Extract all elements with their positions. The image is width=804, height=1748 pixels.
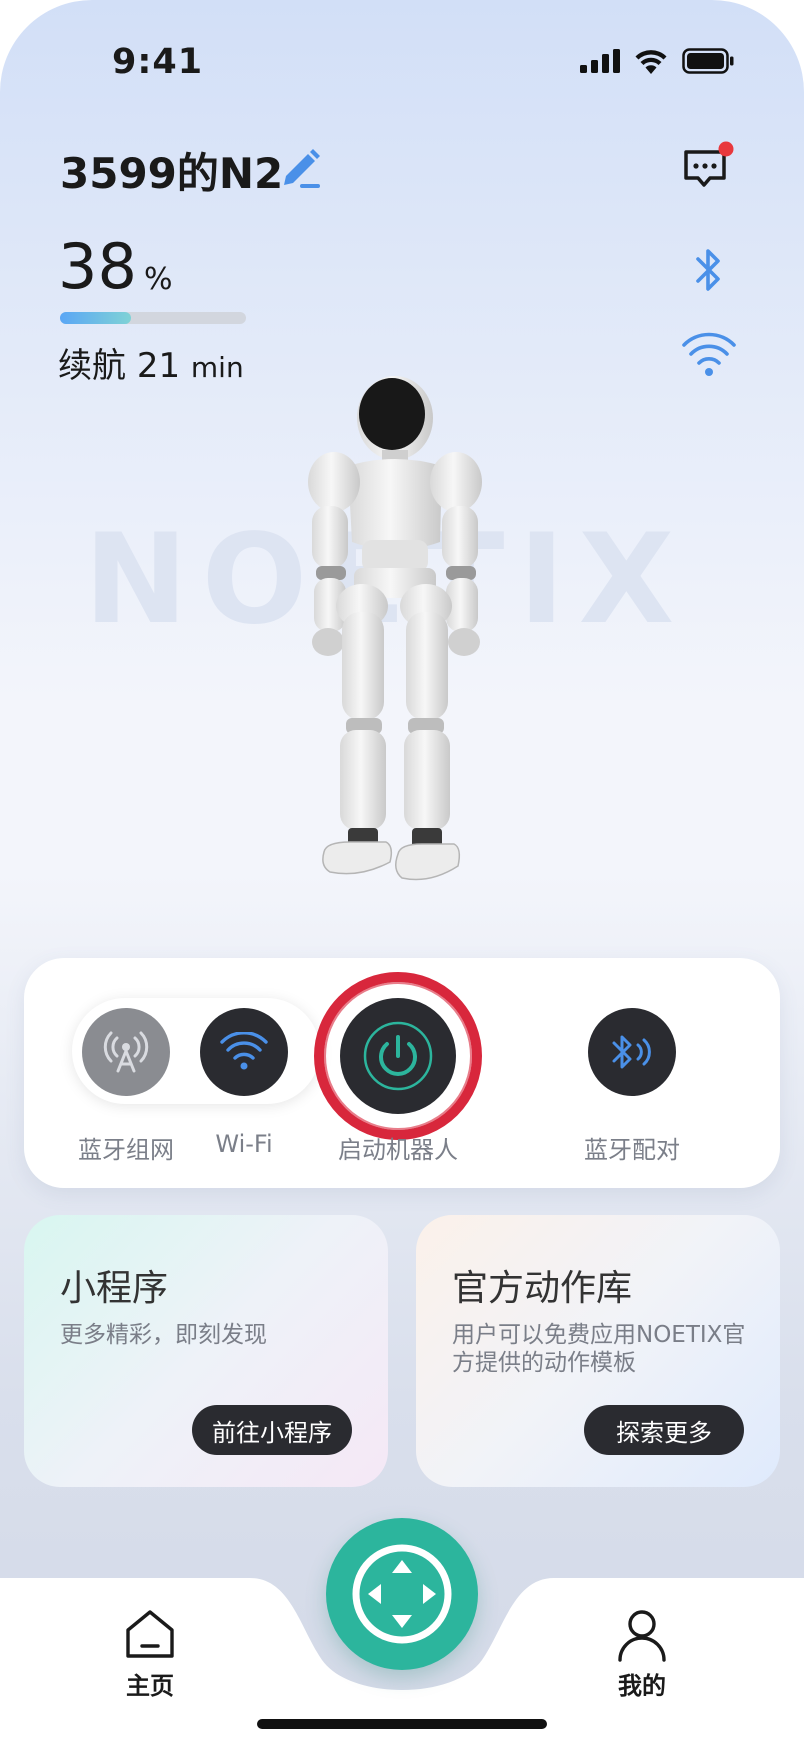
home-icon: [126, 1610, 174, 1658]
endurance-label: 续航: [58, 346, 126, 386]
wifi-signal-icon: [635, 50, 667, 74]
battery-percent: 38: [58, 230, 137, 303]
bluetooth-status-icon: [696, 249, 720, 291]
action-library-description: 用户可以免费应用NOETIX官方提供的动作模板: [452, 1322, 746, 1376]
edit-name-icon[interactable]: [278, 143, 324, 189]
bluetooth-network-button[interactable]: [82, 1008, 170, 1096]
robot-image: [308, 376, 482, 881]
bluetooth-pair-label: 蓝牙配对: [584, 1136, 680, 1164]
notification-dot-icon: [718, 141, 734, 157]
action-library-card[interactable]: 官方动作库 用户可以免费应用NOETIX官方提供的动作模板 探索更多: [416, 1215, 780, 1487]
wifi-status-icon: [682, 332, 736, 376]
start-robot-label: 启动机器人: [338, 1136, 458, 1164]
nav-home[interactable]: 主页: [122, 1608, 178, 1701]
start-robot-button[interactable]: [340, 998, 456, 1114]
remote-control-button[interactable]: [326, 1518, 478, 1670]
wifi-button[interactable]: [200, 1008, 288, 1096]
status-time: 9:41: [112, 42, 204, 82]
battery-level-bar: [60, 312, 246, 324]
home-indicator: [257, 1719, 547, 1729]
direction-pad-icon: [352, 1544, 452, 1644]
bluetooth-pair-button[interactable]: [588, 1008, 676, 1096]
mini-program-title: 小程序: [60, 1268, 169, 1309]
bluetooth-signal-icon: [612, 1035, 651, 1069]
action-library-title: 官方动作库: [452, 1268, 633, 1309]
nav-home-label: 主页: [126, 1672, 174, 1700]
status-icons: [580, 48, 734, 74]
explore-more-button[interactable]: 探索更多: [584, 1405, 744, 1455]
power-icon: [363, 1021, 433, 1091]
nav-profile-label: 我的: [618, 1672, 666, 1700]
battery-unit: %: [144, 262, 173, 297]
broadcast-tower-icon: [103, 1031, 149, 1073]
nav-profile[interactable]: 我的: [614, 1608, 670, 1701]
message-icon[interactable]: [680, 140, 734, 194]
wifi-label: Wi-Fi: [215, 1130, 273, 1158]
endurance-value: 21: [136, 346, 181, 386]
user-icon: [618, 1610, 666, 1662]
endurance-unit: min: [190, 351, 244, 384]
battery-level-fill: [60, 312, 131, 324]
device-name: 3599的N2: [60, 149, 284, 198]
app-screen: 9:41 3599的N2 38 % 续航 21 min 蓝牙组网 Wi-Fi 启…: [0, 0, 804, 1748]
go-mini-program-button[interactable]: 前往小程序: [192, 1405, 352, 1455]
wifi-icon: [220, 1032, 268, 1070]
endurance-info: 续航 21 min: [58, 338, 244, 387]
cellular-signal-icon: [580, 49, 620, 73]
bluetooth-network-label: 蓝牙组网: [78, 1136, 174, 1164]
control-panel: 蓝牙组网 Wi-Fi 启动机器人 蓝牙配对: [24, 958, 780, 1188]
mini-program-card[interactable]: 小程序 更多精彩，即刻发现 前往小程序: [24, 1215, 388, 1487]
mini-program-description: 更多精彩，即刻发现: [60, 1322, 267, 1348]
battery-status-icon: [682, 48, 734, 74]
